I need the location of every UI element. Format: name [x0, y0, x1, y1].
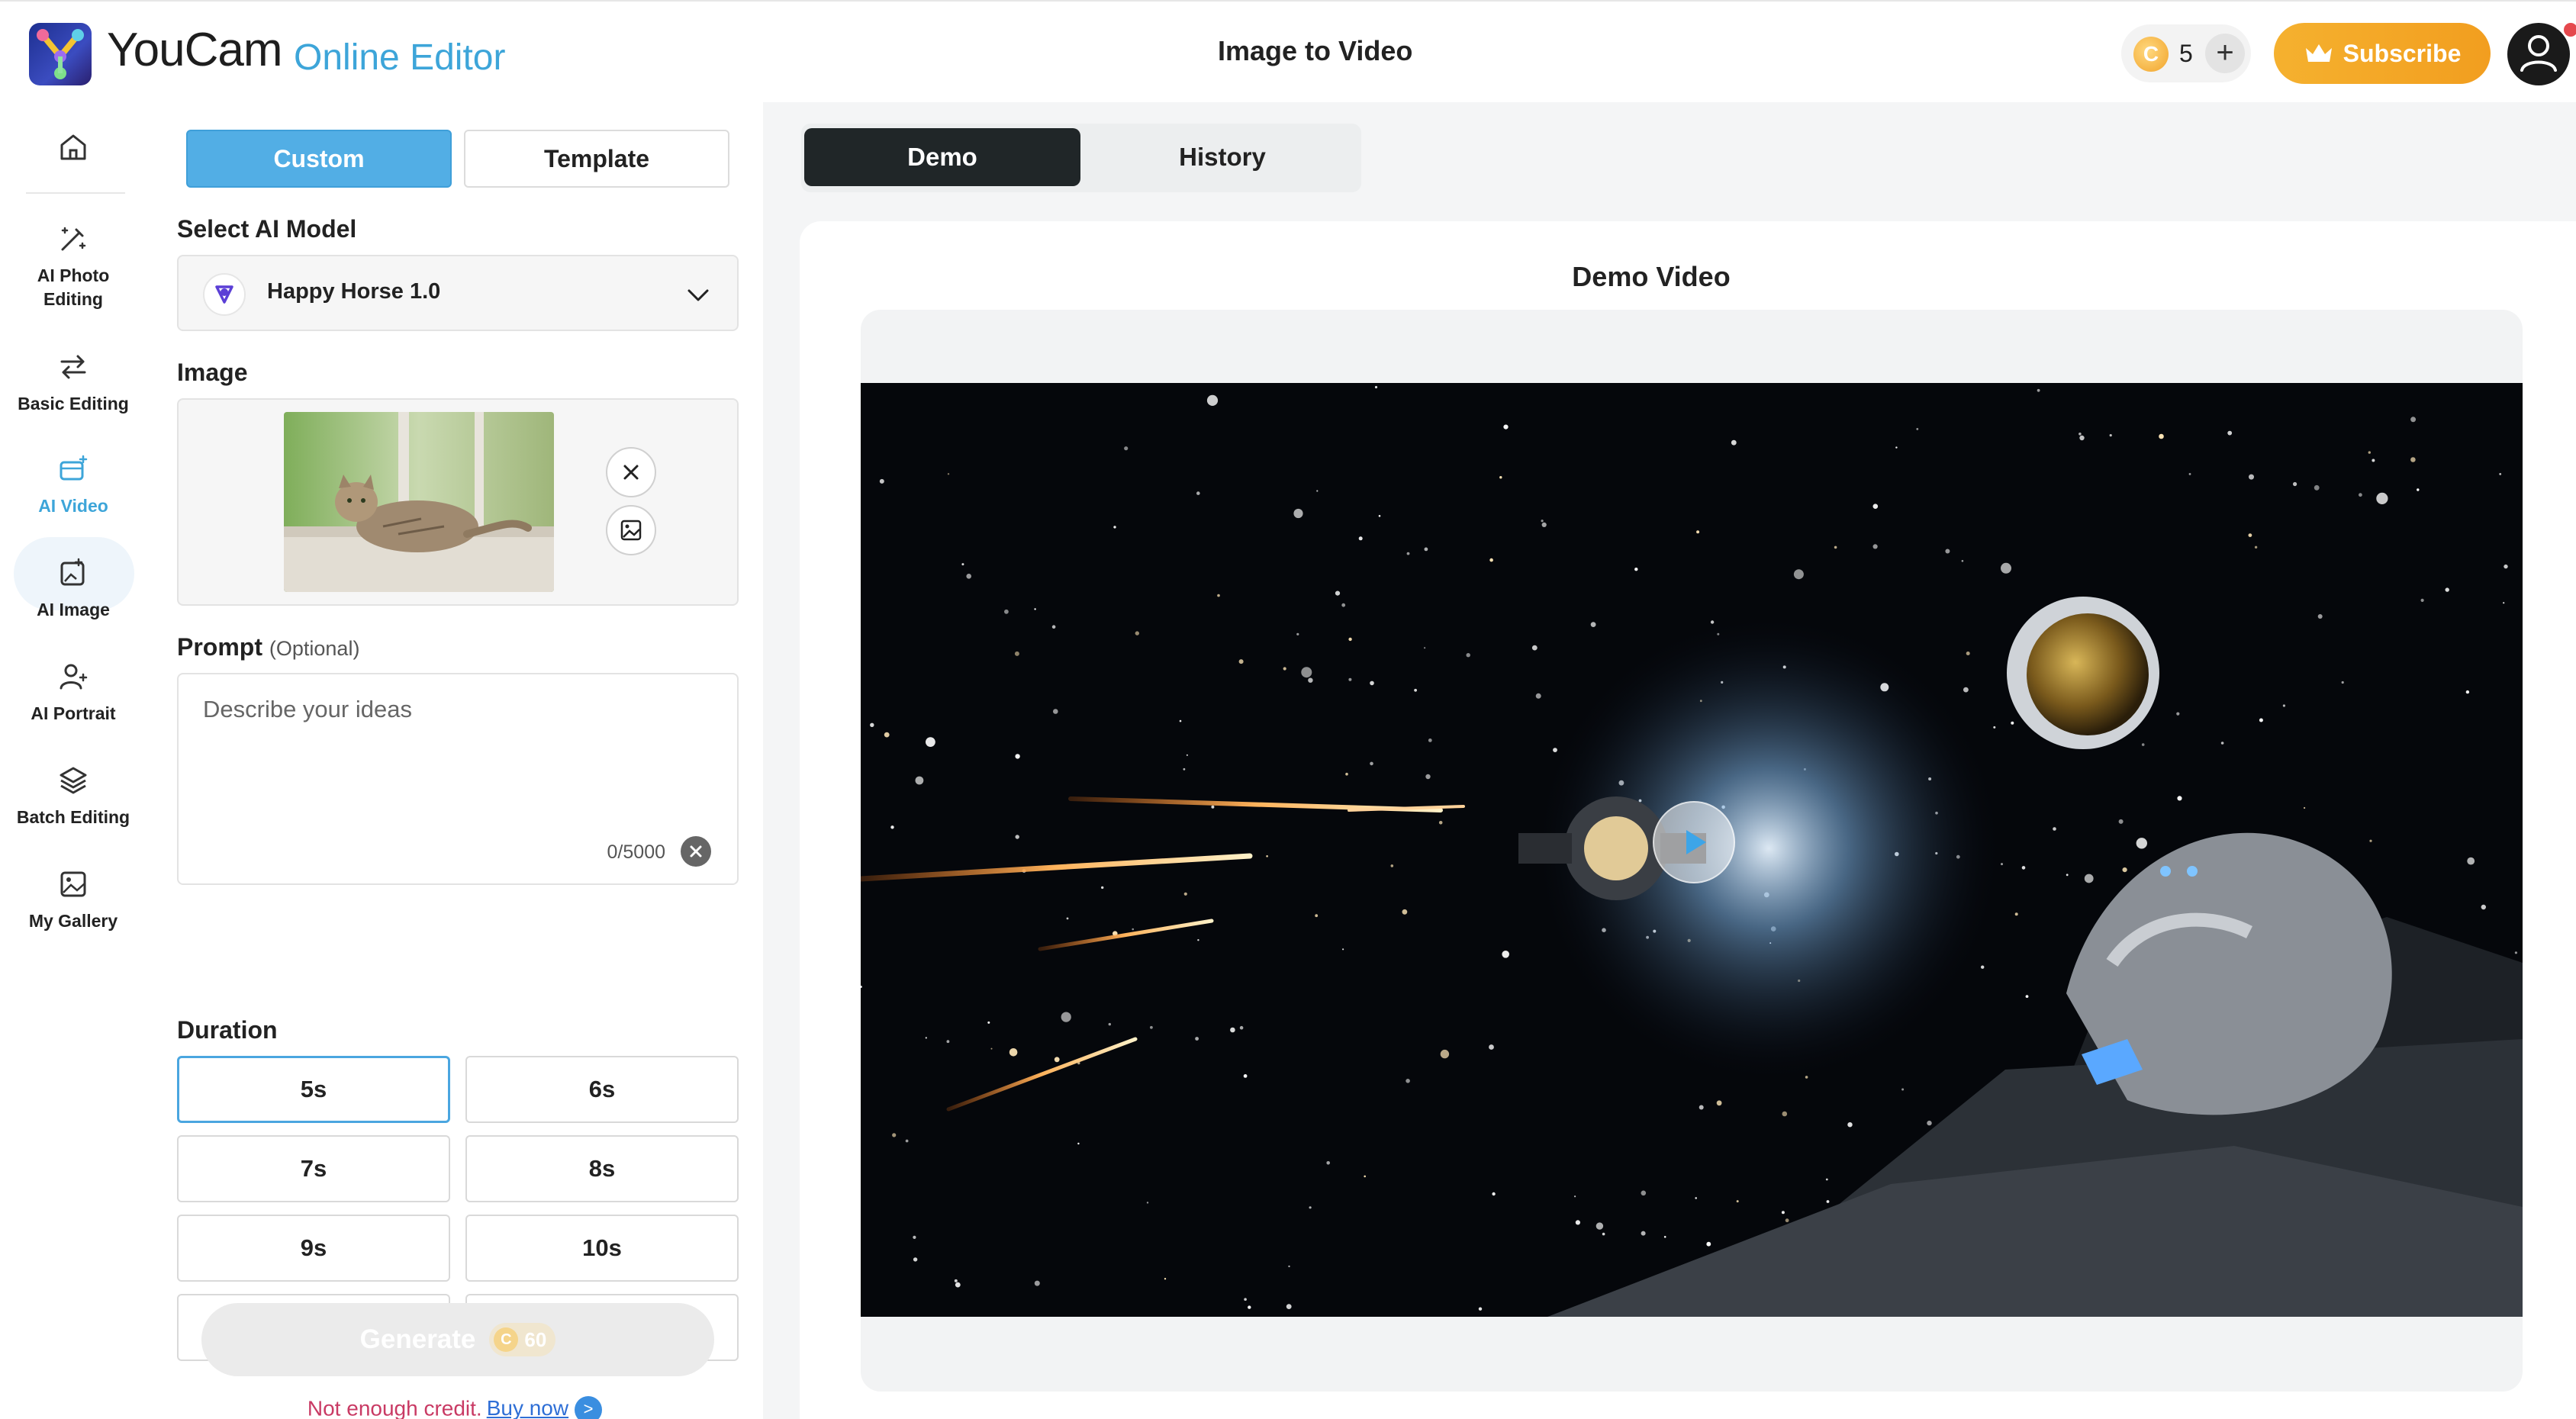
- buy-now-link[interactable]: Buy now: [487, 1396, 568, 1419]
- duration-option-8s[interactable]: 8s: [465, 1135, 739, 1202]
- sidebar-item-ai-portrait[interactable]: AI Portrait: [12, 659, 134, 726]
- credit-balance[interactable]: C 5 +: [2121, 24, 2251, 82]
- select-model-label: Select AI Model: [177, 215, 357, 243]
- demo-card: Demo Video: [800, 221, 2576, 1419]
- sidebar-item-batch-editing[interactable]: Batch Editing: [12, 763, 134, 829]
- sidebar-item-label: AI Video: [38, 496, 108, 516]
- tab-history[interactable]: History: [1087, 128, 1358, 186]
- buy-now-arrow-icon[interactable]: >: [575, 1396, 603, 1419]
- prompt-optional-label: (Optional): [269, 637, 360, 660]
- sidebar-item-label: My Gallery: [28, 911, 118, 931]
- duration-option-7s[interactable]: 7s: [177, 1135, 450, 1202]
- prompt-char-count: 0/5000: [607, 841, 665, 863]
- user-icon: [2520, 35, 2557, 72]
- credit-warning-text: Not enough credit.: [307, 1396, 482, 1419]
- sidebar-item-home[interactable]: [12, 130, 134, 165]
- generate-cost-badge: C 60: [489, 1323, 556, 1356]
- replace-image-button[interactable]: [606, 505, 656, 555]
- clear-prompt-button[interactable]: [681, 836, 711, 867]
- sidebar-divider: [26, 192, 125, 194]
- close-icon: [623, 465, 639, 480]
- generate-button[interactable]: Generate C 60: [201, 1303, 714, 1376]
- subscribe-label: Subscribe: [2343, 39, 2462, 67]
- sidebar-item-label: Batch Editing: [16, 807, 130, 827]
- image-label: Image: [177, 359, 248, 386]
- uploaded-image-thumbnail[interactable]: [284, 412, 554, 592]
- play-icon: [1686, 830, 1706, 854]
- chevron-down-icon: [687, 289, 709, 301]
- credit-count: 5: [2179, 40, 2193, 67]
- sidebar-item-label: AI Portrait: [31, 703, 116, 723]
- prompt-input[interactable]: [203, 696, 707, 833]
- coin-icon: C: [494, 1327, 519, 1352]
- duration-option-10s[interactable]: 10s: [465, 1215, 739, 1282]
- ai-image-icon: [60, 558, 85, 586]
- demo-video-player[interactable]: [861, 383, 2523, 1317]
- ai-video-icon: [60, 455, 88, 481]
- top-header: YouCam Online Editor Image to Video C 5 …: [0, 0, 2576, 102]
- ai-portrait-icon: [60, 664, 88, 690]
- tab-demo[interactable]: Demo: [804, 128, 1080, 186]
- swap-arrows-icon: [60, 355, 86, 379]
- add-credit-button[interactable]: +: [2205, 34, 2245, 73]
- notification-dot: [2564, 23, 2576, 37]
- duration-label: Duration: [177, 1016, 278, 1044]
- sidebar-item-ai-image[interactable]: AI Image: [12, 555, 134, 622]
- tab-custom[interactable]: Custom: [186, 130, 452, 188]
- preview-area: Demo History Demo Video: [763, 102, 2576, 1419]
- image-icon: [620, 520, 642, 541]
- selected-model: Happy Horse 1.0: [267, 279, 441, 304]
- generate-label: Generate: [359, 1324, 476, 1354]
- prompt-box: 0/5000: [177, 673, 739, 885]
- remove-image-button[interactable]: [606, 447, 656, 497]
- layers-icon: [60, 767, 87, 794]
- duration-option-5s[interactable]: 5s: [177, 1056, 450, 1123]
- demo-video-title: Demo Video: [1572, 261, 1731, 292]
- home-icon: [60, 134, 86, 160]
- credit-warning: Not enough credit. Buy now >: [147, 1396, 763, 1419]
- coin-icon: C: [2133, 37, 2169, 72]
- gallery-icon: [60, 871, 86, 897]
- sidebar-item-ai-photo-editing[interactable]: AI Photo Editing: [12, 221, 134, 311]
- model-logo-icon: [203, 273, 246, 316]
- page-title: Image to Video: [1218, 35, 1413, 66]
- duration-option-6s[interactable]: 6s: [465, 1056, 739, 1123]
- sidebar-item-basic-editing[interactable]: Basic Editing: [12, 349, 134, 416]
- ai-model-dropdown[interactable]: Happy Horse 1.0: [177, 255, 739, 331]
- magic-brush-icon: [61, 227, 86, 251]
- sidebar-item-label: AI Image: [37, 600, 110, 619]
- view-switcher: Demo History: [801, 124, 1361, 192]
- video-frame: [861, 310, 2523, 1392]
- youcam-logo-icon[interactable]: [29, 23, 92, 85]
- prompt-label: Prompt (Optional): [177, 633, 359, 661]
- settings-panel: Custom Template Select AI Model Happy Ho…: [147, 102, 763, 1419]
- tab-template[interactable]: Template: [464, 130, 729, 188]
- subscribe-button[interactable]: Subscribe: [2274, 23, 2491, 84]
- duration-option-9s[interactable]: 9s: [177, 1215, 450, 1282]
- page: YouCam Online Editor Image to Video C 5 …: [0, 0, 2576, 1419]
- brand-name[interactable]: YouCam: [107, 23, 283, 77]
- play-button[interactable]: [1653, 801, 1735, 883]
- clear-icon: [690, 845, 702, 858]
- sidebar-item-my-gallery[interactable]: My Gallery: [12, 867, 134, 933]
- left-sidebar: AI Photo Editing Basic Editing AI Video: [0, 102, 147, 1419]
- crown-icon: [2305, 44, 2332, 62]
- image-upload-area[interactable]: [177, 398, 739, 606]
- user-avatar[interactable]: [2507, 23, 2576, 85]
- generate-cost: 60: [524, 1327, 547, 1351]
- prompt-label-text: Prompt: [177, 633, 262, 661]
- sidebar-item-label: AI Photo Editing: [37, 265, 110, 309]
- brand-subtitle[interactable]: Online Editor: [294, 37, 505, 79]
- sidebar-item-label: Basic Editing: [18, 394, 129, 413]
- sidebar-item-ai-video[interactable]: AI Video: [12, 452, 134, 518]
